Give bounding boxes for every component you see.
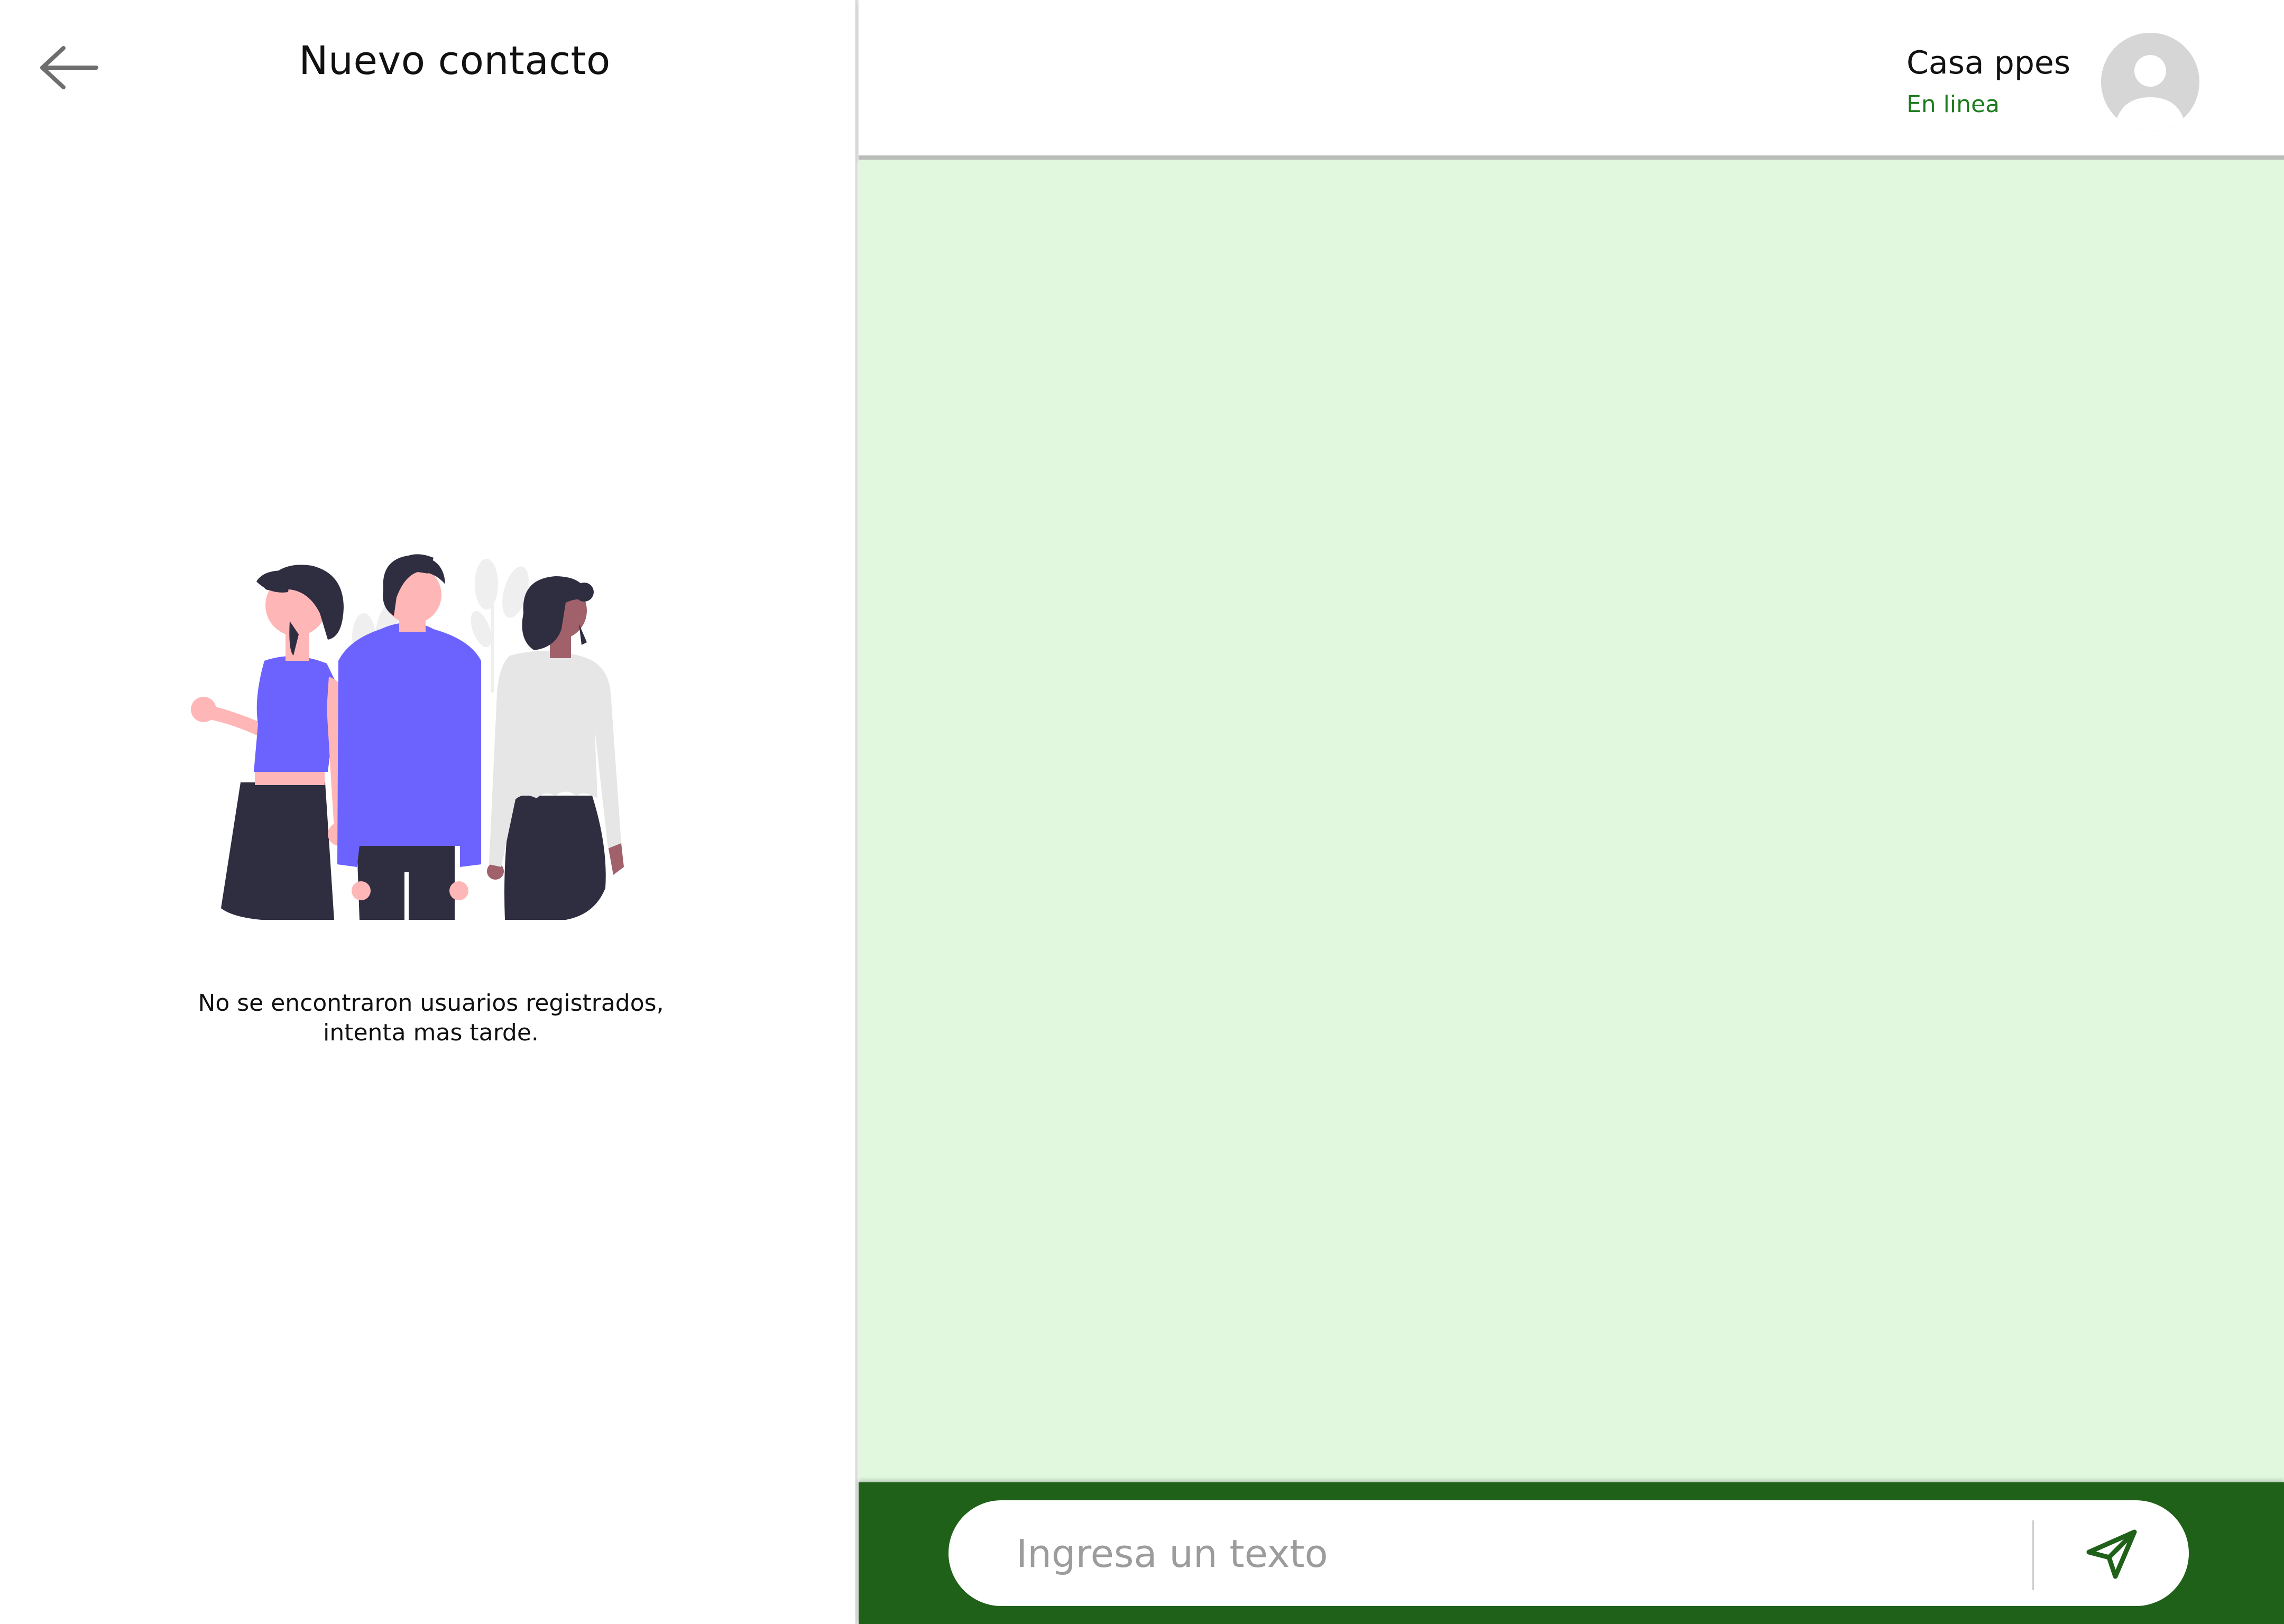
input-divider — [2032, 1520, 2034, 1590]
new-contact-header: Nuevo contacto — [0, 0, 855, 132]
woman-left-figure — [191, 565, 351, 920]
message-input-container — [948, 1500, 2189, 1606]
send-icon — [2086, 1529, 2137, 1579]
message-input[interactable] — [1015, 1521, 2011, 1586]
chat-header: Casa ppes En linea — [859, 0, 2284, 160]
chat-panel: Casa ppes En linea — [859, 0, 2284, 1624]
avatar[interactable] — [2101, 33, 2199, 131]
empty-state-message: No se encontraron usuarios registrados, … — [106, 989, 756, 1048]
new-contact-panel: Nuevo contacto No se encontraron usuario… — [0, 0, 855, 1624]
woman-right-figure — [487, 576, 624, 920]
empty-message-line-2: intenta mas tarde. — [323, 1019, 539, 1046]
contact-status: En linea — [1907, 91, 2000, 118]
app-window: Nuevo contacto No se encontraron usuario… — [0, 0, 2284, 1624]
man-middle-figure — [337, 554, 481, 920]
contact-name[interactable]: Casa ppes — [1907, 44, 2070, 81]
chat-composer — [859, 1482, 2284, 1624]
chat-messages-area[interactable] — [859, 160, 2284, 1482]
people-group-illustration — [191, 554, 624, 920]
user-placeholder-icon — [2101, 33, 2199, 131]
page-title: Nuevo contacto — [299, 38, 611, 84]
send-button[interactable] — [2064, 1514, 2159, 1593]
empty-message-line-1: No se encontraron usuarios registrados, — [198, 990, 664, 1017]
